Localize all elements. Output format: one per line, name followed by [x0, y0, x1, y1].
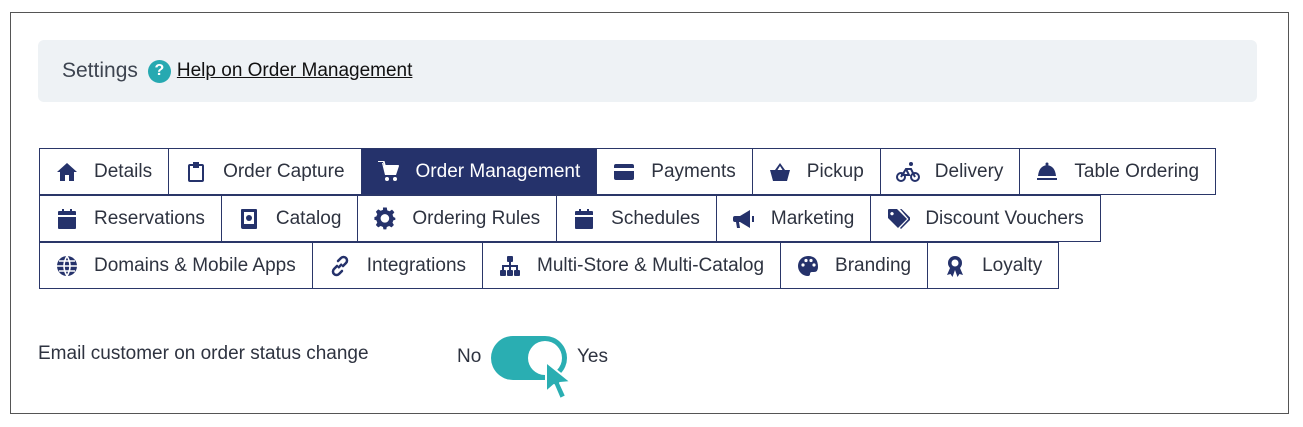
calendar-icon — [54, 206, 80, 232]
tab-reservations[interactable]: Reservations — [39, 195, 222, 242]
cart-icon — [376, 159, 402, 185]
help-link[interactable]: Help on Order Management — [177, 60, 413, 82]
tab-label: Order Management — [415, 160, 581, 182]
page-title: Settings — [62, 59, 138, 82]
tab-label: Marketing — [770, 207, 855, 229]
clipboard-icon — [183, 159, 209, 185]
tab-label: Pickup — [806, 160, 864, 182]
tab-payments[interactable]: Payments — [596, 148, 753, 195]
tab-multi-store-and-multi-catalog[interactable]: Multi-Store & Multi-Catalog — [482, 242, 782, 289]
tabs-row-1: Details Order Capture Order Management Paym… — [39, 148, 1217, 195]
tab-label: Reservations — [94, 207, 205, 229]
tab-label: Catalog — [275, 207, 342, 229]
email-status-setting-label: Email customer on order status change — [38, 343, 369, 364]
toggle-on-label: Yes — [577, 346, 608, 367]
tabs-row-3: Domains & Mobile Apps Integrations Multi-S… — [39, 242, 1060, 289]
tab-label: Schedules — [611, 207, 700, 229]
tags-icon — [885, 206, 911, 232]
sitemap-icon — [497, 253, 523, 279]
toggle-off-label: No — [457, 346, 482, 367]
tab-label: Loyalty — [982, 254, 1043, 276]
tab-label: Details — [94, 160, 153, 182]
tab-domains-and-mobile-apps[interactable]: Domains & Mobile Apps — [39, 242, 313, 289]
tab-label: Payments — [651, 160, 736, 182]
tab-label: Branding — [835, 254, 912, 276]
tab-order-capture[interactable]: Order Capture — [168, 148, 362, 195]
tab-label: Discount Vouchers — [925, 207, 1084, 229]
tab-schedules[interactable]: Schedules — [556, 195, 717, 242]
tab-branding[interactable]: Branding — [780, 242, 929, 289]
tab-loyalty[interactable]: Loyalty — [927, 242, 1060, 289]
tab-label: Delivery — [934, 160, 1004, 182]
palette-icon — [795, 253, 821, 279]
tab-label: Integrations — [366, 254, 467, 276]
tab-pickup[interactable]: Pickup — [751, 148, 881, 195]
gear-icon — [372, 206, 398, 232]
cloche-icon — [1034, 159, 1060, 185]
tab-discount-vouchers[interactable]: Discount Vouchers — [870, 195, 1101, 242]
home-icon — [54, 159, 80, 185]
settings-header: Settings ? Help on Order Management — [38, 40, 1257, 102]
tab-label: Multi-Store & Multi-Catalog — [537, 254, 765, 276]
tab-label: Ordering Rules — [412, 207, 541, 229]
tab-catalog[interactable]: Catalog — [220, 195, 359, 242]
credit-card-icon — [611, 159, 637, 185]
tab-ordering-rules[interactable]: Ordering Rules — [357, 195, 558, 242]
calendar-icon — [571, 206, 597, 232]
pointer-cursor-icon — [545, 361, 572, 400]
book-icon — [236, 206, 262, 232]
tab-label: Order Capture — [223, 160, 345, 182]
award-icon — [942, 253, 968, 279]
basket-icon — [767, 159, 793, 185]
help-icon[interactable]: ? — [147, 59, 171, 83]
tab-table-ordering[interactable]: Table Ordering — [1019, 148, 1217, 195]
tab-order-management[interactable]: Order Management — [360, 148, 598, 195]
tab-label: Domains & Mobile Apps — [94, 254, 296, 276]
settings-panel: Settings ? Help on Order Management Deta… — [10, 12, 1289, 414]
tabs-row-2: Reservations Catalog Ordering Rules Schedul… — [39, 195, 1101, 242]
tab-marketing[interactable]: Marketing — [715, 195, 872, 242]
tab-details[interactable]: Details — [39, 148, 170, 195]
link-icon — [327, 253, 353, 279]
tab-integrations[interactable]: Integrations — [311, 242, 484, 289]
globe-icon — [54, 253, 80, 279]
tab-delivery[interactable]: Delivery — [879, 148, 1021, 195]
megaphone-icon — [731, 206, 757, 232]
bicycle-icon — [895, 159, 921, 185]
tab-label: Table Ordering — [1074, 160, 1200, 182]
